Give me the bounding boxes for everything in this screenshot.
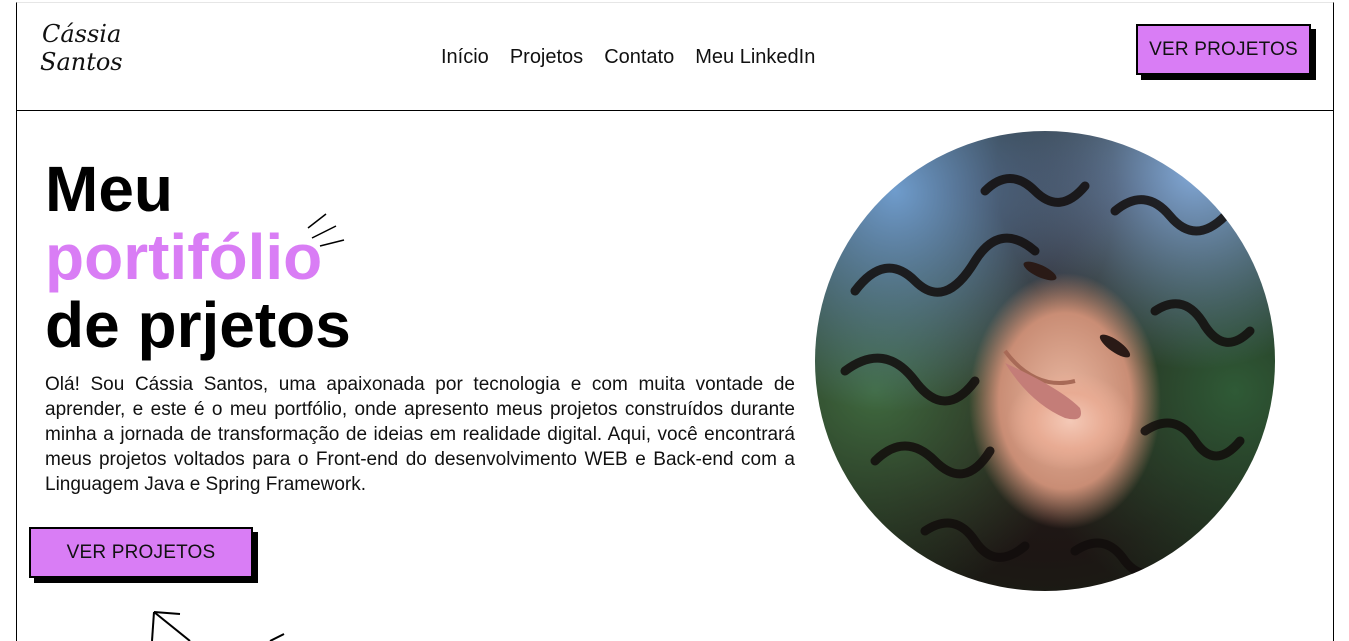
header-ver-projetos-button[interactable]: VER PROJETOS — [1136, 24, 1311, 75]
profile-photo — [815, 131, 1275, 591]
hero-ver-projetos-button[interactable]: VER PROJETOS — [29, 527, 253, 578]
hero-headline: Meu portifólio de prjetos — [45, 155, 351, 359]
headline-line-1: Meu — [45, 153, 173, 225]
nav-link-contato[interactable]: Contato — [604, 46, 674, 69]
main-nav: Início Projetos Contato Meu LinkedIn — [441, 46, 815, 69]
headline-line-3: de prjetos — [45, 289, 351, 361]
nav-link-inicio[interactable]: Início — [441, 46, 489, 69]
site-header: Cássia Santos Início Projetos Contato Me… — [16, 2, 1334, 111]
logo-line-2: Santos — [40, 48, 123, 76]
logo[interactable]: Cássia Santos — [40, 20, 132, 76]
nav-link-linkedin[interactable]: Meu LinkedIn — [695, 46, 815, 69]
nav-link-projetos[interactable]: Projetos — [510, 46, 583, 69]
hero-intro-text: Olá! Sou Cássia Santos, uma apaixonada p… — [45, 374, 795, 495]
arrow-icon — [151, 611, 285, 641]
headline-accent: portifólio — [45, 221, 323, 293]
profile-photo-illustration — [840, 174, 1255, 578]
logo-line-1: Cássia — [42, 20, 122, 48]
sparkle-lines-icon — [307, 213, 345, 247]
